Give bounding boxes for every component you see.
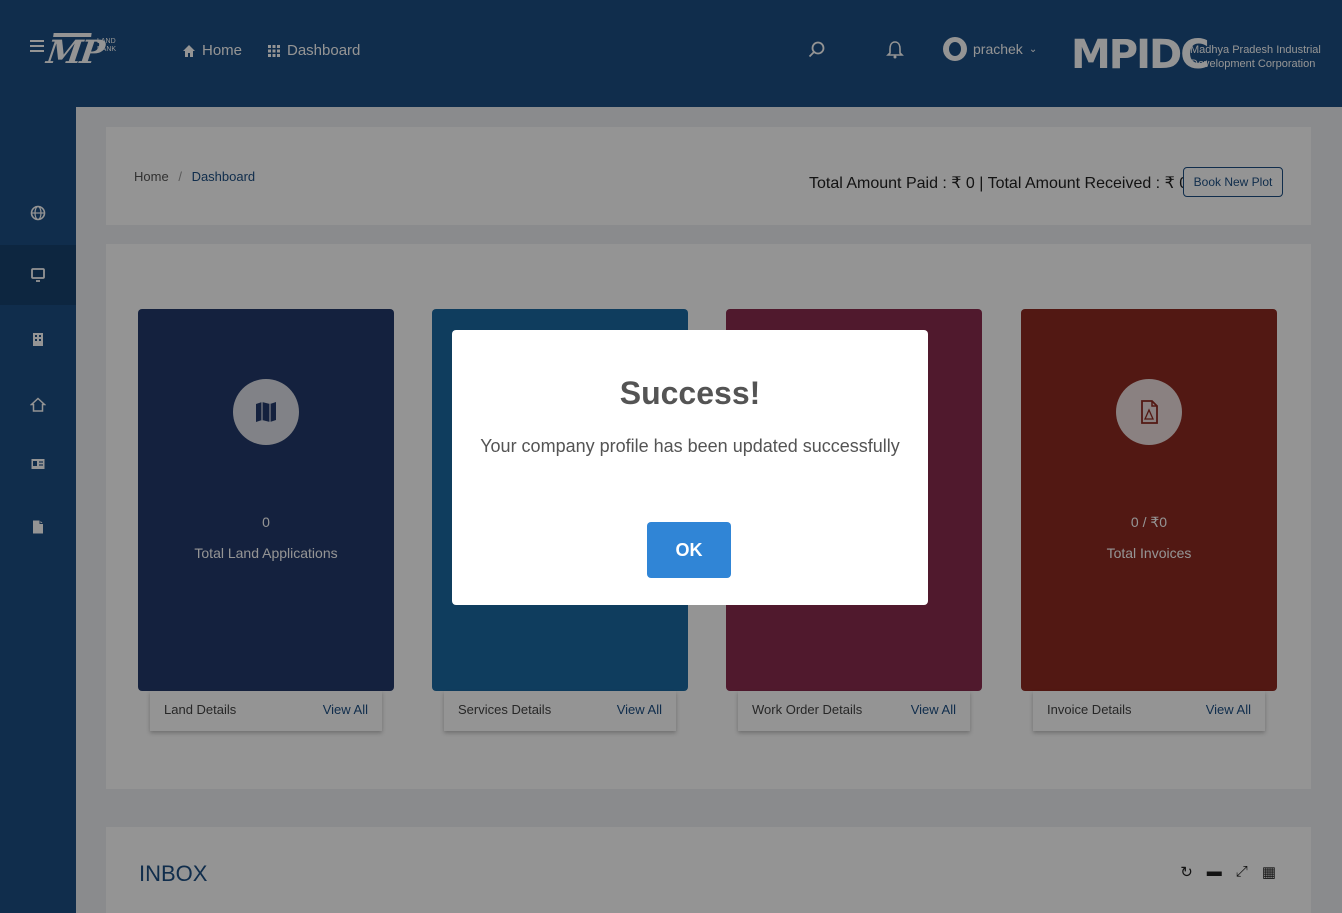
success-dialog: Success! Your company profile has been u…: [452, 330, 928, 605]
dialog-title: Success!: [619, 375, 761, 411]
ok-button[interactable]: OK: [647, 522, 731, 578]
dialog-message: Your company profile has been updated su…: [480, 436, 900, 456]
